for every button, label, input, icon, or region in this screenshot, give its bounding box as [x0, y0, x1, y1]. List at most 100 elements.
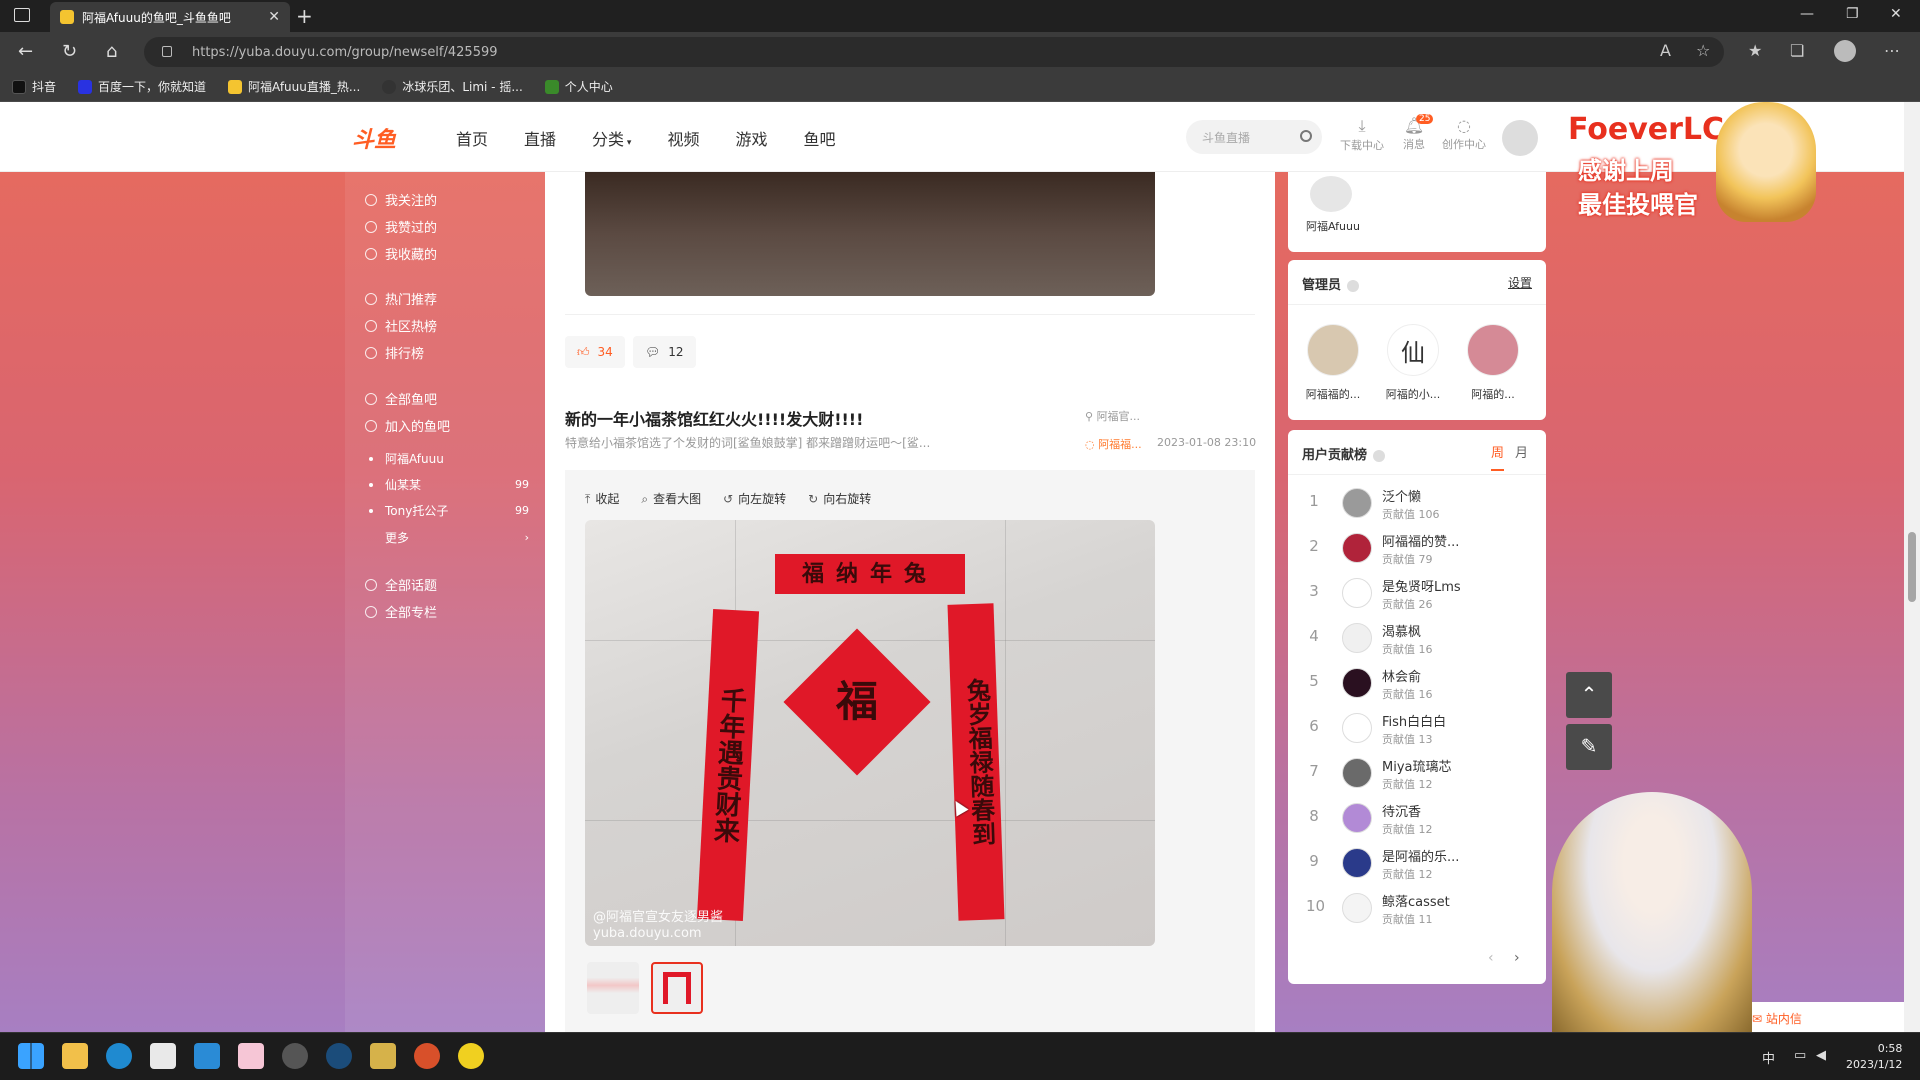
- tab-actions-icon[interactable]: [14, 8, 30, 22]
- scrollbar-thumb[interactable]: [1908, 532, 1916, 602]
- ranking-row[interactable]: 8 待沉香 贡献值 12: [1302, 797, 1532, 842]
- view-large-button[interactable]: ⌕ 查看大图: [641, 490, 701, 507]
- ime-indicator[interactable]: 中: [1762, 1048, 1775, 1067]
- sidebar-item-joined-bars[interactable]: 加入的鱼吧: [365, 416, 450, 435]
- sidebar-bar-xian[interactable]: 仙某某 99: [369, 476, 529, 493]
- user-name[interactable]: 鲸落casset: [1382, 891, 1450, 910]
- sidebar-more[interactable]: 更多 ›: [369, 529, 529, 546]
- bookmark-personal-center[interactable]: 个人中心: [544, 78, 613, 95]
- close-window-icon[interactable]: ✕: [1890, 6, 1902, 22]
- douyu-logo[interactable]: 斗鱼: [352, 122, 430, 153]
- ranking-row[interactable]: 3 是兔贤呀Lms 贡献值 26: [1302, 572, 1532, 617]
- post-photo-couplets[interactable]: 福纳年兔 千年遇贵财来 兔岁福禄随春到 福 @阿福官宣女友逐男酱 yuba.do…: [585, 520, 1155, 946]
- app-pink-icon[interactable]: [238, 1043, 264, 1069]
- profile-avatar[interactable]: [1834, 40, 1856, 62]
- bookmark-music[interactable]: 冰球乐团、Limi - 摇...: [382, 78, 523, 95]
- user-avatar[interactable]: [1342, 803, 1372, 833]
- bookmark-afuuu-live[interactable]: 阿福Afuuu直播_热...: [228, 78, 360, 95]
- post-title[interactable]: 新的一年小福茶馆红红火火!!!!发大财!!!!: [565, 406, 863, 430]
- admin-3[interactable]: 阿福的...: [1458, 324, 1528, 402]
- admins-settings-link[interactable]: 设置: [1508, 274, 1532, 291]
- messages-button[interactable]: 🔔︎ 25 消息: [1392, 114, 1436, 152]
- user-name[interactable]: 是兔贤呀Lms: [1382, 576, 1461, 595]
- add-favorite-icon[interactable]: ☆: [1696, 41, 1710, 60]
- favorites-icon[interactable]: ★: [1748, 41, 1762, 60]
- sidebar-bar-afuuu[interactable]: 阿福Afuuu: [369, 450, 529, 467]
- image-thumbnail-1[interactable]: [587, 962, 639, 1014]
- write-post-button[interactable]: ✎: [1566, 724, 1612, 770]
- nav-live[interactable]: 直播: [524, 126, 556, 150]
- sidebar-item-topics[interactable]: 全部话题: [365, 575, 437, 594]
- user-avatar[interactable]: [1342, 533, 1372, 563]
- user-avatar[interactable]: [1342, 488, 1372, 518]
- new-tab-icon[interactable]: +: [296, 4, 313, 28]
- system-clock[interactable]: 0:58 2023/1/12: [1846, 1041, 1902, 1073]
- nav-video[interactable]: 视频: [667, 126, 699, 150]
- next-page-icon[interactable]: ›: [1514, 950, 1520, 966]
- ranking-row[interactable]: 2 阿福福的赞... 贡献值 79: [1302, 527, 1532, 572]
- ranking-row[interactable]: 1 泛个懒 贡献值 106: [1302, 482, 1532, 527]
- back-icon[interactable]: ←: [18, 41, 33, 62]
- sidebar-item-ranking[interactable]: 排行榜: [365, 343, 424, 362]
- nav-games[interactable]: 游戏: [735, 126, 767, 150]
- user-avatar[interactable]: [1342, 578, 1372, 608]
- search-icon[interactable]: [1300, 130, 1312, 142]
- sidebar-item-community-hot[interactable]: 社区热榜: [365, 316, 437, 335]
- post-summary[interactable]: 特意给小福茶馆选了个发财的词[鲨鱼娘鼓掌] 都来蹭蹭财运吧～[鲨...: [565, 434, 995, 451]
- sidebar-item-columns[interactable]: 全部专栏: [365, 602, 437, 621]
- file-explorer-icon[interactable]: [62, 1043, 88, 1069]
- user-name[interactable]: 渴慕枫: [1382, 621, 1421, 640]
- bookmark-baidu[interactable]: 百度一下，你就知道: [78, 78, 206, 95]
- obs-icon[interactable]: [282, 1043, 308, 1069]
- user-name[interactable]: 林会俞: [1382, 666, 1421, 685]
- minimize-icon[interactable]: —: [1800, 6, 1814, 22]
- user-name[interactable]: 是阿福的乐...: [1382, 846, 1459, 865]
- search-input[interactable]: 斗鱼直播: [1186, 120, 1322, 154]
- user-name[interactable]: Miya琉璃芯: [1382, 756, 1452, 775]
- sidebar-item-all-bars[interactable]: 全部鱼吧: [365, 389, 437, 408]
- back-to-top-button[interactable]: ⌃: [1566, 672, 1612, 718]
- comment-button[interactable]: 💬︎ 12: [633, 336, 696, 368]
- restore-icon[interactable]: ❐: [1846, 6, 1859, 22]
- app-s-icon[interactable]: [194, 1043, 220, 1069]
- start-icon[interactable]: [18, 1043, 44, 1069]
- ranking-row[interactable]: 4 渴慕枫 贡献值 16: [1302, 617, 1532, 662]
- ranking-row[interactable]: 7 Miya琉璃芯 贡献值 12: [1302, 752, 1532, 797]
- user-avatar[interactable]: [1502, 120, 1538, 156]
- more-menu-icon[interactable]: ⋯: [1884, 41, 1900, 60]
- sidebar-item-favorites[interactable]: 我收藏的: [365, 244, 437, 263]
- volume-icon[interactable]: ◀: [1816, 1048, 1826, 1063]
- sidebar-item-hot[interactable]: 热门推荐: [365, 289, 437, 308]
- creator-center-button[interactable]: ◌ 创作中心: [1442, 116, 1486, 152]
- admin-1[interactable]: 阿福福的...: [1298, 324, 1368, 402]
- rotate-right-button[interactable]: ↻ 向右旋转: [808, 490, 871, 507]
- app-yellow-icon[interactable]: [458, 1043, 484, 1069]
- image-thumbnail-2[interactable]: [651, 962, 703, 1014]
- user-avatar[interactable]: [1342, 848, 1372, 878]
- help-icon[interactable]: [1347, 279, 1360, 292]
- user-name[interactable]: 待沉香: [1382, 801, 1421, 820]
- store-icon[interactable]: [150, 1043, 176, 1069]
- user-name[interactable]: 泛个懒: [1382, 486, 1421, 505]
- user-avatar[interactable]: [1342, 758, 1372, 788]
- nav-category[interactable]: 分类 ▾: [592, 126, 631, 150]
- sidebar-item-following[interactable]: 我关注的: [365, 190, 437, 209]
- network-icon[interactable]: ▭: [1794, 1048, 1806, 1063]
- nav-home[interactable]: 首页: [456, 126, 488, 150]
- site-message-button[interactable]: ✉ 站内信: [1732, 1002, 1904, 1032]
- lock-icon[interactable]: [162, 46, 172, 57]
- owner-name[interactable]: 阿福Afuuu: [1306, 218, 1360, 234]
- steam-icon[interactable]: [326, 1043, 352, 1069]
- post-author[interactable]: ◌ 阿福福...: [1085, 436, 1142, 452]
- user-avatar[interactable]: [1342, 623, 1372, 653]
- refresh-icon[interactable]: ↻: [62, 41, 77, 62]
- like-button[interactable]: 👍︎ 34: [565, 336, 625, 368]
- user-avatar[interactable]: [1342, 893, 1372, 923]
- ranking-row[interactable]: 9 是阿福的乐... 贡献值 12: [1302, 842, 1532, 887]
- edge-icon[interactable]: [106, 1043, 132, 1069]
- user-avatar[interactable]: [1342, 713, 1372, 743]
- tab-week[interactable]: 周: [1490, 442, 1504, 471]
- user-avatar[interactable]: [1342, 668, 1372, 698]
- rotate-left-button[interactable]: ↺ 向左旋转: [723, 490, 786, 507]
- ranking-row[interactable]: 10 鲸落casset 贡献值 11: [1302, 887, 1532, 932]
